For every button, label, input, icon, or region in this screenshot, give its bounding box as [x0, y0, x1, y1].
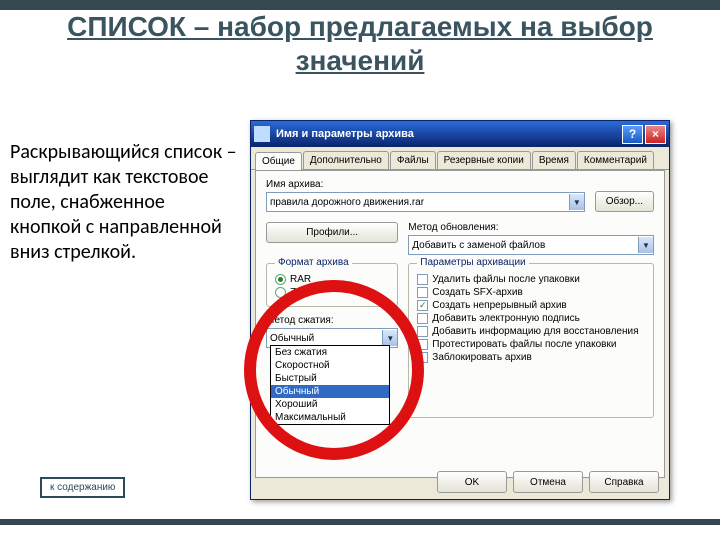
compression-label: Метод сжатия: — [266, 315, 398, 326]
dialog-buttons: OK Отмена Справка — [437, 471, 659, 493]
help-info-button[interactable]: Справка — [589, 471, 659, 493]
list-item[interactable]: Без сжатия — [271, 346, 389, 359]
browse-button[interactable]: Обзор... — [595, 191, 654, 212]
dialog-title: Имя и параметры архива — [276, 128, 414, 140]
format-group: Формат архива RAR ZIP — [266, 263, 398, 307]
ok-button[interactable]: OK — [437, 471, 507, 493]
checkbox-icon: ✓ — [417, 300, 428, 311]
toc-button[interactable]: к содержанию — [40, 477, 125, 498]
list-item[interactable]: Максимальный — [271, 411, 389, 424]
update-method-select[interactable]: Добавить с заменой файлов ▼ — [408, 235, 654, 255]
tab-comment[interactable]: Комментарий — [577, 151, 654, 169]
checkbox-icon — [417, 326, 428, 337]
header-bar — [0, 0, 720, 10]
update-method-label: Метод обновления: — [408, 222, 654, 233]
chevron-down-icon[interactable]: ▼ — [638, 237, 653, 253]
chevron-down-icon[interactable]: ▼ — [569, 194, 584, 210]
profiles-button[interactable]: Профили... — [266, 222, 398, 243]
chevron-down-icon[interactable]: ▼ — [382, 330, 397, 346]
radio-zip[interactable]: ZIP — [275, 287, 389, 298]
checkbox-icon — [417, 274, 428, 285]
radio-icon — [275, 287, 286, 298]
list-item[interactable]: Скоростной — [271, 359, 389, 372]
help-button[interactable]: ? — [622, 125, 643, 144]
archive-name-label: Имя архива: — [266, 179, 585, 190]
description-text: Раскрывающийся список – выглядит как тек… — [10, 140, 240, 265]
tab-advanced[interactable]: Дополнительно — [303, 151, 389, 169]
page-title: СПИСОК – набор предлагаемых на выбор зна… — [20, 10, 700, 77]
check-sfx[interactable]: Создать SFX-архив — [417, 287, 645, 298]
cancel-button[interactable]: Отмена — [513, 471, 583, 493]
check-test[interactable]: Протестировать файлы после упаковки — [417, 339, 645, 350]
list-item[interactable]: Хороший — [271, 398, 389, 411]
check-lock[interactable]: Заблокировать архив — [417, 352, 645, 363]
checkbox-icon — [417, 352, 428, 363]
archive-dialog: Имя и параметры архива ? × Общие Дополни… — [250, 120, 670, 500]
checkbox-icon — [417, 339, 428, 350]
check-sign[interactable]: Добавить электронную подпись — [417, 313, 645, 324]
list-item-selected[interactable]: Обычный — [271, 385, 389, 398]
tab-time[interactable]: Время — [532, 151, 576, 169]
tab-general[interactable]: Общие — [255, 152, 302, 170]
check-delete[interactable]: Удалить файлы после упаковки — [417, 274, 645, 285]
params-group: Параметры архивации Удалить файлы после … — [408, 263, 654, 418]
compression-dropdown-open[interactable]: Без сжатия Скоростной Быстрый Обычный Хо… — [270, 345, 390, 425]
tab-strip: Общие Дополнительно Файлы Резервные копи… — [251, 151, 669, 170]
radio-icon — [275, 274, 286, 285]
check-recovery[interactable]: Добавить информацию для восстановления — [417, 326, 645, 337]
footer-bar — [0, 519, 720, 525]
archive-icon — [254, 126, 270, 142]
panel-general: Имя архива: правила дорожного движения.r… — [255, 170, 665, 478]
archive-name-field[interactable]: правила дорожного движения.rar ▼ — [266, 192, 585, 212]
close-button[interactable]: × — [645, 125, 666, 144]
radio-rar[interactable]: RAR — [275, 274, 389, 285]
titlebar[interactable]: Имя и параметры архива ? × — [251, 121, 669, 147]
tab-files[interactable]: Файлы — [390, 151, 436, 169]
tab-backup[interactable]: Резервные копии — [437, 151, 531, 169]
checkbox-icon — [417, 313, 428, 324]
check-solid[interactable]: ✓Создать непрерывный архив — [417, 300, 645, 311]
list-item[interactable]: Быстрый — [271, 372, 389, 385]
checkbox-icon — [417, 287, 428, 298]
